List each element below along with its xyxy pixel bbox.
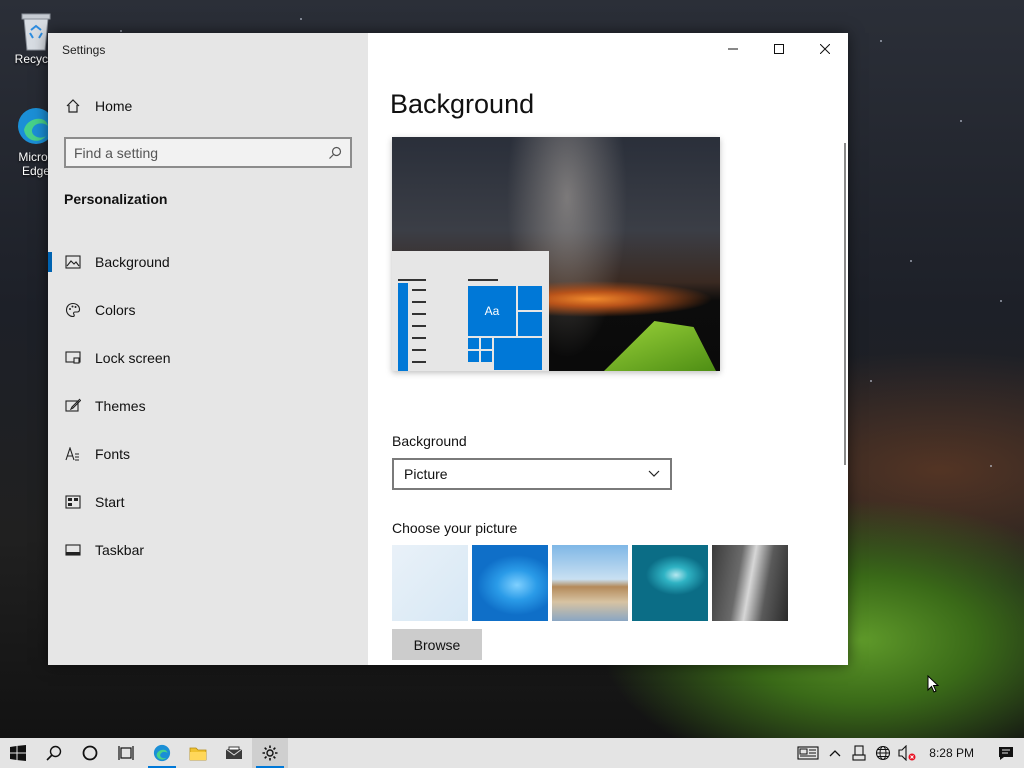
taskbar: 8:28 PM bbox=[0, 738, 1024, 768]
sidebar-item-start[interactable]: Start bbox=[48, 478, 368, 526]
cortana-icon bbox=[82, 745, 98, 761]
nav-home[interactable]: Home bbox=[64, 95, 344, 117]
picture-thumbnail[interactable] bbox=[472, 545, 548, 621]
search-icon[interactable] bbox=[328, 146, 342, 160]
background-preview: Aa bbox=[392, 137, 720, 371]
choose-picture-label: Choose your picture bbox=[392, 520, 518, 536]
mail-icon bbox=[225, 746, 243, 759]
usb-tray-button[interactable] bbox=[847, 738, 871, 768]
task-view-button[interactable] bbox=[108, 738, 144, 768]
search-taskbar-button[interactable] bbox=[36, 738, 72, 768]
close-icon bbox=[820, 44, 830, 54]
news-icon bbox=[797, 746, 819, 760]
settings-content: Background Aa Background Picture Choose … bbox=[368, 33, 848, 665]
gear-icon bbox=[262, 745, 278, 761]
action-center-button[interactable] bbox=[988, 738, 1024, 768]
minimize-icon bbox=[728, 48, 738, 50]
search-box[interactable] bbox=[64, 137, 352, 168]
home-icon bbox=[64, 97, 82, 115]
sidebar-item-taskbar[interactable]: Taskbar bbox=[48, 526, 368, 574]
taskbar-file-explorer[interactable] bbox=[180, 738, 216, 768]
edge-icon bbox=[153, 744, 171, 762]
folder-icon bbox=[189, 747, 207, 761]
picture-thumbnail[interactable] bbox=[712, 545, 788, 621]
picture-thumbnail[interactable] bbox=[632, 545, 708, 621]
tent-image bbox=[604, 321, 716, 371]
background-type-dropdown[interactable]: Picture bbox=[392, 458, 672, 490]
network-tray-button[interactable] bbox=[871, 738, 895, 768]
nav-home-label: Home bbox=[95, 98, 133, 114]
chevron-down-icon bbox=[648, 465, 660, 483]
globe-icon bbox=[876, 745, 891, 761]
close-button[interactable] bbox=[802, 33, 848, 65]
search-icon bbox=[46, 745, 62, 761]
section-title: Personalization bbox=[64, 191, 168, 207]
start-menu-mockup: Aa bbox=[392, 251, 549, 371]
sidebar-item-fonts[interactable]: Fonts bbox=[48, 430, 368, 478]
sidebar-item-label: Start bbox=[95, 494, 125, 510]
background-type-label: Background bbox=[392, 433, 467, 449]
start-button[interactable] bbox=[0, 738, 36, 768]
sidebar-item-themes[interactable]: Themes bbox=[48, 382, 368, 430]
sidebar-item-colors[interactable]: Colors bbox=[48, 286, 368, 334]
usb-device-icon bbox=[852, 745, 866, 761]
task-view-icon bbox=[118, 746, 134, 760]
maximize-icon bbox=[774, 44, 784, 54]
sidebar-item-label: Taskbar bbox=[95, 542, 145, 558]
show-hidden-icons-button[interactable] bbox=[823, 738, 847, 768]
start-icon bbox=[64, 493, 82, 511]
taskbar-settings[interactable] bbox=[252, 738, 288, 768]
sidebar-item-label: Fonts bbox=[95, 446, 131, 462]
search-input[interactable] bbox=[74, 144, 328, 161]
page-title: Background bbox=[390, 89, 535, 119]
picture-thumbnails bbox=[392, 545, 788, 621]
chevron-up-icon bbox=[829, 750, 841, 757]
settings-sidebar: Settings Home Personalization Background bbox=[48, 33, 368, 665]
news-widget-button[interactable] bbox=[793, 738, 823, 768]
taskbar-icon bbox=[64, 541, 82, 559]
cortana-button[interactable] bbox=[72, 738, 108, 768]
volume-tray-button[interactable] bbox=[895, 738, 919, 768]
taskbar-clock[interactable]: 8:28 PM bbox=[929, 746, 974, 760]
picture-thumbnail[interactable] bbox=[552, 545, 628, 621]
palette-icon bbox=[64, 301, 82, 319]
sidebar-item-label: Lock screen bbox=[95, 350, 171, 366]
taskbar-edge[interactable] bbox=[144, 738, 180, 768]
preview-tile-aa: Aa bbox=[467, 285, 517, 337]
nav-list: Background Colors Lock screen Themes Fon… bbox=[48, 238, 368, 574]
sidebar-item-label: Themes bbox=[95, 398, 146, 414]
sidebar-item-lock-screen[interactable]: Lock screen bbox=[48, 334, 368, 382]
picture-icon bbox=[64, 253, 82, 271]
window-title: Settings bbox=[62, 43, 106, 57]
caption-buttons bbox=[710, 33, 848, 65]
minimize-button[interactable] bbox=[710, 33, 756, 65]
system-tray: 8:28 PM bbox=[793, 738, 1024, 768]
brush-icon bbox=[64, 397, 82, 415]
browse-button[interactable]: Browse bbox=[392, 629, 482, 660]
scrollbar[interactable] bbox=[844, 143, 846, 465]
font-icon bbox=[64, 445, 82, 463]
taskbar-mail[interactable] bbox=[216, 738, 252, 768]
sidebar-item-label: Colors bbox=[95, 302, 136, 318]
lock-screen-icon bbox=[64, 349, 82, 367]
notification-icon bbox=[999, 747, 1013, 760]
settings-window: Settings Home Personalization Background bbox=[48, 33, 848, 665]
picture-thumbnail[interactable] bbox=[392, 545, 468, 621]
maximize-button[interactable] bbox=[756, 33, 802, 65]
dropdown-value: Picture bbox=[404, 466, 448, 482]
sidebar-item-label: Background bbox=[95, 254, 170, 270]
mouse-cursor-icon bbox=[927, 675, 939, 693]
sidebar-item-background[interactable]: Background bbox=[48, 238, 368, 286]
volume-muted-icon bbox=[898, 745, 916, 761]
windows-logo-icon bbox=[10, 745, 26, 761]
